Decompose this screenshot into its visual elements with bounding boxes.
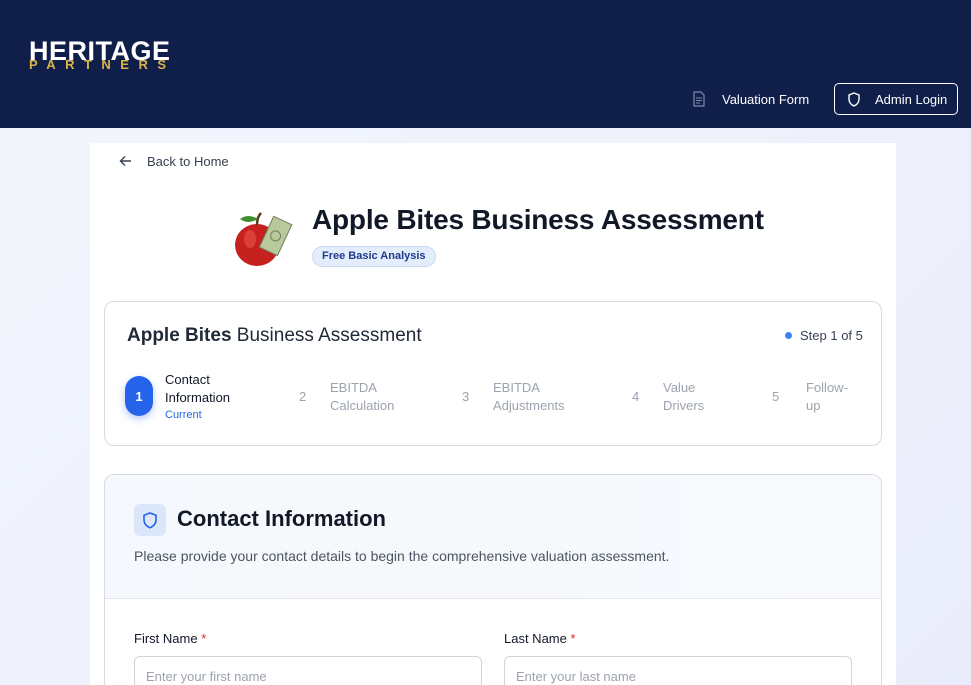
contact-section-header: [105, 475, 881, 599]
shield-icon: [143, 511, 157, 529]
current-step-tag: Current: [165, 409, 202, 421]
step-4-label-line2: Drivers: [663, 398, 705, 413]
first-name-input[interactable]: [134, 656, 482, 685]
step-4-label[interactable]: Value Drivers: [663, 379, 704, 415]
step-2-number[interactable]: 2: [299, 389, 306, 404]
shield-icon: [848, 91, 860, 107]
step-1-label-line2: Information: [165, 390, 231, 405]
heritage-logo[interactable]: HERITAGE PARTNERS: [29, 36, 170, 76]
admin-login-label: Admin Login: [875, 91, 948, 107]
first-name-label-text: First Name: [134, 631, 198, 646]
nav-valuation-form[interactable]: Valuation Form: [692, 88, 809, 110]
step-indicator-dot: [785, 332, 792, 339]
document-icon: [693, 91, 705, 107]
step-3-label-line1: EBITDA: [493, 380, 540, 395]
step-1-label-line1: Contact: [165, 372, 210, 387]
step-2-label-line1: EBITDA: [330, 380, 377, 395]
stepper-title-bold: Apple Bites: [127, 325, 232, 346]
step-5-label-line1: Follow-: [806, 380, 848, 395]
back-to-home-link[interactable]: Back to Home: [119, 151, 229, 171]
admin-login-button[interactable]: Admin Login: [834, 83, 958, 115]
step-3-label[interactable]: EBITDA Adjustments: [493, 379, 565, 415]
step-1-circle[interactable]: 1: [125, 376, 153, 416]
last-name-input[interactable]: [504, 656, 852, 685]
required-asterisk: *: [570, 631, 576, 646]
step-3-label-line2: Adjustments: [493, 398, 565, 413]
step-5-number[interactable]: 5: [772, 389, 779, 404]
stepper-title: Apple Bites Business Assessment: [127, 325, 422, 347]
free-analysis-badge: Free Basic Analysis: [312, 246, 436, 267]
step-5-label[interactable]: Follow- up: [806, 379, 848, 415]
back-to-home-label: Back to Home: [147, 153, 229, 169]
last-name-label: Last Name *: [504, 631, 576, 646]
logo-text-bottom: PARTNERS: [29, 57, 176, 72]
arrow-left-icon: [119, 156, 131, 166]
step-counter-label: Step 1 of 5: [800, 328, 863, 343]
step-5-label-line2: up: [806, 398, 821, 413]
first-name-label: First Name *: [134, 631, 206, 646]
step-4-number[interactable]: 4: [632, 389, 639, 404]
nav-valuation-form-label: Valuation Form: [722, 91, 810, 107]
step-4-label-line1: Value: [663, 380, 696, 395]
step-3-number[interactable]: 3: [462, 389, 469, 404]
contact-section-description: Please provide your contact details to b…: [134, 548, 670, 564]
step-1-label[interactable]: Contact Information: [165, 371, 230, 407]
step-counter: Step 1 of 5: [785, 328, 863, 343]
top-navbar: HERITAGE PARTNERS Valuation Form: [0, 0, 971, 128]
last-name-label-text: Last Name: [504, 631, 567, 646]
step-2-label[interactable]: EBITDA Calculation: [330, 379, 394, 415]
step-2-label-line2: Calculation: [330, 398, 395, 413]
page-title: Apple Bites Business Assessment: [312, 204, 764, 235]
required-asterisk: *: [201, 631, 207, 646]
stepper-title-rest: Business Assessment: [231, 325, 422, 346]
contact-shield-badge: [134, 504, 166, 536]
apple-money-logo: [235, 212, 293, 266]
contact-section-title: Contact Information: [177, 506, 386, 531]
